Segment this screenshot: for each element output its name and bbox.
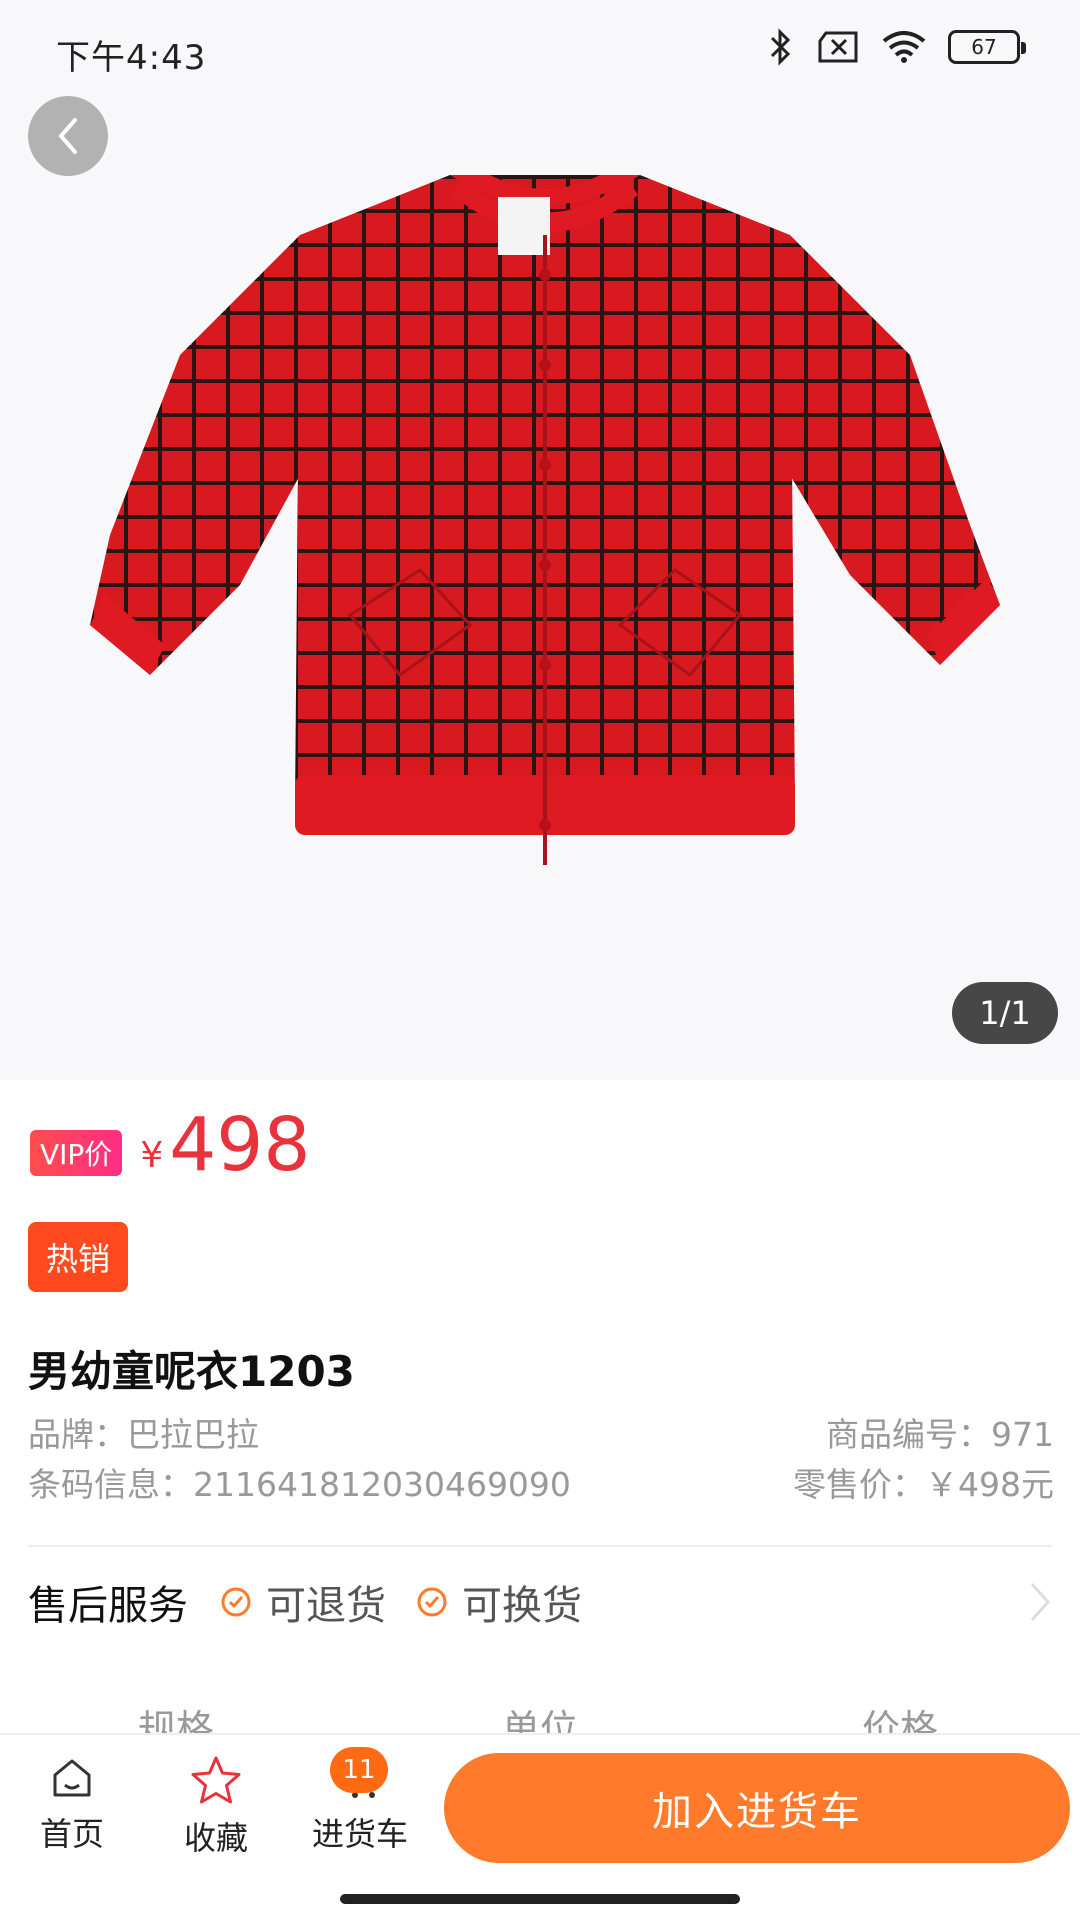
currency-symbol: ¥	[140, 1135, 164, 1176]
home-icon	[53, 1759, 91, 1797]
item-number-text: 商品编号：971	[826, 1415, 1054, 1454]
brand-text: 品牌：巴拉巴拉	[28, 1415, 259, 1454]
cart-count-badge: 11	[330, 1747, 388, 1793]
add-to-cart-button[interactable]: 加入进货车	[444, 1753, 1070, 1863]
battery-icon: 67	[948, 30, 1026, 64]
product-meta-right: 商品编号：971 零售价：￥498元	[793, 1410, 1054, 1510]
battery-level: 67	[971, 35, 997, 59]
vip-price-value: 498	[169, 1102, 311, 1188]
nav-home-label: 首页	[39, 1815, 104, 1853]
hot-sale-badge: 热销	[28, 1222, 128, 1292]
product-title: 男幼童呢衣1203	[28, 1347, 355, 1396]
chevron-right-icon	[1030, 1583, 1051, 1621]
bluetooth-icon	[770, 28, 791, 66]
barcode-text: 条码信息：211641812030469090	[28, 1465, 571, 1504]
status-time: 下午4:43	[56, 38, 207, 78]
status-icons: 67	[768, 28, 1026, 66]
nav-favorite-label: 收藏	[183, 1819, 248, 1857]
chevron-left-icon	[58, 118, 77, 154]
star-icon	[191, 1756, 241, 1804]
service-item-label: 可退货	[266, 1583, 386, 1629]
vip-price-tag: VIP价	[30, 1130, 123, 1176]
divider	[28, 1545, 1052, 1547]
status-bar: 下午4:43 67	[0, 0, 1080, 104]
service-item-label: 可换货	[462, 1583, 582, 1629]
bottom-action-bar: 首页 收藏 进货车 11 加入进货车	[0, 1733, 1080, 1920]
nav-cart[interactable]: 进货车 11	[300, 1747, 420, 1855]
after-sales-service-row[interactable]: 售后服务 可退货 可换货	[28, 1570, 1052, 1634]
nav-home[interactable]: 首页	[12, 1755, 132, 1855]
back-button[interactable]	[28, 96, 108, 176]
service-title: 售后服务	[28, 1583, 188, 1629]
home-indicator[interactable]	[340, 1894, 740, 1904]
image-counter: 1/1	[952, 982, 1058, 1044]
product-jacket-image	[90, 175, 1000, 865]
service-item-exchange: 可换货	[416, 1573, 582, 1631]
retail-price-text: 零售价：￥498元	[793, 1465, 1054, 1504]
nav-cart-label: 进货车	[311, 1815, 408, 1853]
check-circle-icon	[417, 1587, 447, 1617]
check-circle-icon	[221, 1587, 251, 1617]
sim-off-icon	[818, 31, 858, 63]
price-row: VIP价 ¥ 498	[30, 1100, 310, 1190]
nav-favorite[interactable]: 收藏	[156, 1755, 276, 1859]
product-meta-left: 品牌：巴拉巴拉 条码信息：211641812030469090	[28, 1410, 571, 1510]
service-item-return: 可退货	[220, 1573, 386, 1631]
product-image-gallery[interactable]: 1/1	[0, 0, 1080, 1080]
wifi-icon	[882, 31, 926, 63]
